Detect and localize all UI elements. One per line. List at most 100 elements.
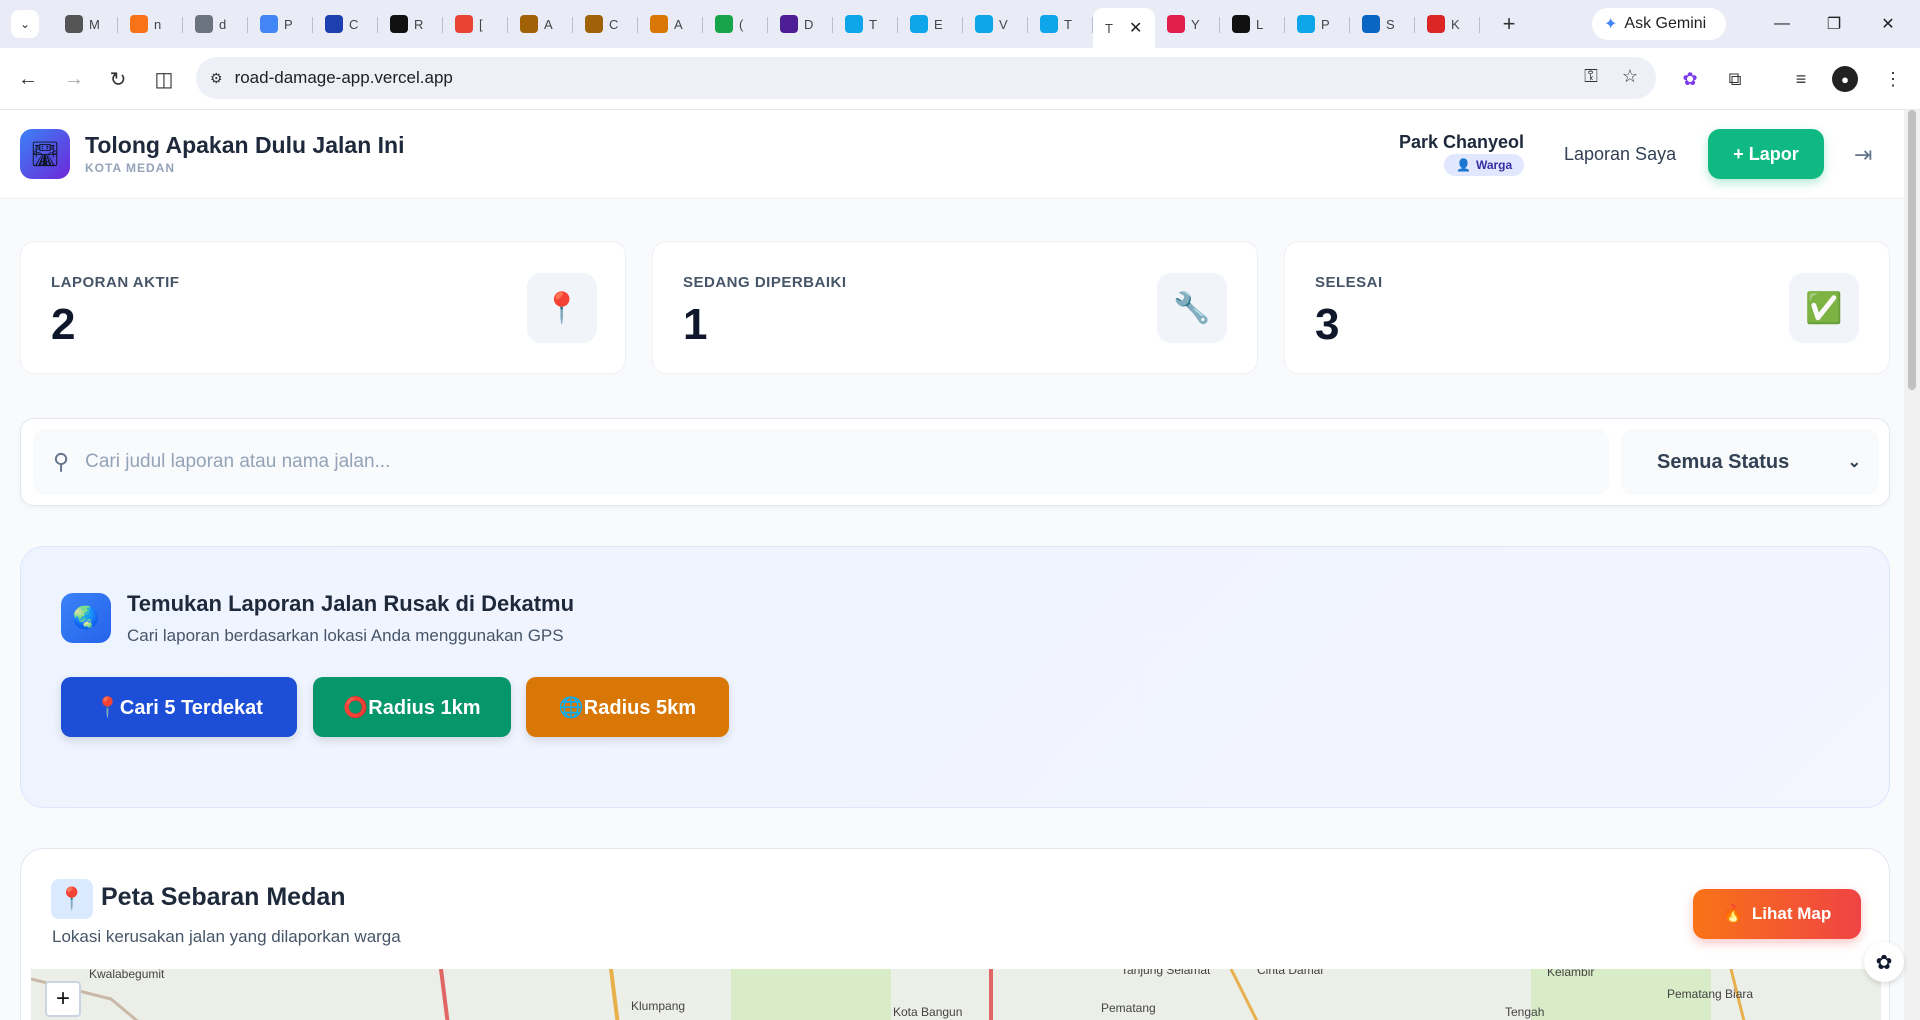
tab-title: S [1386, 16, 1395, 32]
tab-favicon-icon [65, 15, 83, 33]
search-box[interactable]: ⚲ [33, 429, 1609, 495]
map-view[interactable]: Kwalabegumit Klumpang Kota Bangun Pemata… [31, 969, 1881, 1020]
tab-title: d [219, 16, 227, 32]
tab-strip: Mn d P C R[A C A(D T E V T T ✕ Y L P S K + [53, 0, 1524, 48]
ask-gemini-button[interactable]: ✦ Ask Gemini [1592, 8, 1726, 40]
map-label: Pematang Biara [1667, 987, 1754, 1001]
tab-favicon-icon [845, 15, 863, 33]
user-icon: 👤 [1456, 158, 1471, 172]
browser-toolbar: ← → ↻ ◫ ⚙ road-damage-app.vercel.app ⚿ ☆… [0, 48, 1920, 110]
tab-favicon-icon [1232, 15, 1250, 33]
radius-5km-button[interactable]: 🌐Radius 5km [526, 677, 729, 737]
map-subtitle: Lokasi kerusakan jalan yang dilaporkan w… [52, 927, 401, 946]
tab-favicon-icon [390, 15, 408, 33]
map-label: Tanjung Selamat [1121, 969, 1211, 977]
tab-title: ( [739, 16, 744, 32]
browser-menu-icon[interactable]: ⋮ [1880, 66, 1906, 92]
key-icon[interactable]: ⚿ [1584, 66, 1598, 87]
browser-tab[interactable]: R [378, 6, 443, 42]
map-pin-icon: 📍 [51, 879, 93, 919]
browser-tab[interactable]: D [768, 6, 833, 42]
app-city: KOTA MEDAN [85, 161, 175, 175]
close-window-button[interactable]: ✕ [1860, 0, 1916, 48]
brain-extension-icon[interactable]: ✿ [1677, 66, 1703, 92]
tab-title: n [154, 16, 162, 32]
browser-tab[interactable]: n [118, 6, 183, 42]
profile-avatar[interactable]: ● [1832, 66, 1858, 92]
browser-tab[interactable]: T ✕ [1093, 8, 1155, 48]
tab-title: C [349, 16, 359, 32]
user-role-label: Warga [1475, 158, 1513, 172]
browser-tab[interactable]: P [1285, 6, 1350, 42]
tab-favicon-icon [455, 15, 473, 33]
logout-icon[interactable]: ⇥ [1854, 142, 1872, 168]
browser-tab[interactable]: d [183, 6, 248, 42]
browser-tab[interactable]: L [1220, 6, 1285, 42]
browser-tab[interactable]: M [53, 6, 118, 42]
browser-tab[interactable]: ( [703, 6, 768, 42]
map-title: Peta Sebaran Medan [101, 883, 346, 911]
nearest-5-button[interactable]: 📍Cari 5 Terdekat [61, 677, 297, 737]
app-header: 🛣 Tolong Apakan Dulu Jalan Ini KOTA MEDA… [0, 110, 1904, 199]
browser-tab[interactable]: A [508, 6, 573, 42]
site-info-icon[interactable]: ⚙ [210, 70, 223, 87]
tab-title: C [609, 16, 619, 32]
browser-tab[interactable]: P [248, 6, 313, 42]
my-reports-link[interactable]: Laporan Saya [1564, 144, 1676, 165]
browser-tab[interactable]: V [963, 6, 1028, 42]
address-bar[interactable]: ⚙ road-damage-app.vercel.app ⚿ ☆ [196, 57, 1656, 99]
brain-extension-icon[interactable]: ✿ [1864, 942, 1904, 982]
split-view-button[interactable]: ◫ [144, 59, 184, 99]
browser-tab[interactable]: C [573, 6, 638, 42]
tab-title: T [1105, 20, 1113, 36]
extensions-puzzle-icon[interactable]: ⧉ [1722, 66, 1748, 92]
browser-tab[interactable]: K [1415, 6, 1480, 42]
browser-tab[interactable]: A [638, 6, 703, 42]
lapor-button[interactable]: + Lapor [1708, 129, 1824, 179]
reload-button[interactable]: ↻ [98, 59, 138, 99]
radius-1km-button[interactable]: ⭕Radius 1km [313, 677, 511, 737]
tab-search-button[interactable]: ⌄ [11, 10, 39, 38]
gemini-sparkle-icon: ✦ [1604, 16, 1618, 33]
tab-title: D [804, 16, 814, 32]
fire-icon: 🔥 [1722, 904, 1744, 923]
tab-favicon-icon [325, 15, 343, 33]
app-logo[interactable]: 🛣 [20, 129, 70, 179]
browser-tab[interactable]: [ [443, 6, 508, 42]
search-icon: ⚲ [53, 449, 70, 474]
wrench-icon: 🔧 [1157, 273, 1227, 343]
tab-title: A [544, 16, 553, 32]
page-scrollbar[interactable] [1904, 110, 1920, 1020]
status-filter-select[interactable]: Semua Status ⌄ [1621, 429, 1879, 495]
status-filter-value: Semua Status [1657, 450, 1790, 473]
forward-button[interactable]: → [54, 59, 94, 99]
browser-tab[interactable]: T [1028, 6, 1093, 42]
stat-value: 2 [51, 300, 76, 349]
media-control-icon[interactable]: ≡ [1788, 66, 1814, 92]
stat-value: 1 [683, 300, 708, 349]
stat-card-active: LAPORAN AKTIF 2 📍 [20, 241, 626, 374]
tab-title: L [1256, 16, 1264, 32]
tab-favicon-icon [715, 15, 733, 33]
browser-tab[interactable]: C [313, 6, 378, 42]
search-panel: ⚲ Semua Status ⌄ [20, 418, 1890, 506]
scrollbar-thumb[interactable] [1908, 110, 1916, 390]
back-button[interactable]: ← [8, 59, 48, 99]
browser-tab[interactable]: S [1350, 6, 1415, 42]
lihat-map-button[interactable]: 🔥 Lihat Map [1693, 889, 1861, 939]
tab-title: T [1064, 16, 1072, 32]
user-name: Park Chanyeol [1398, 132, 1524, 152]
minimize-button[interactable]: — [1754, 0, 1810, 48]
close-tab-icon[interactable]: ✕ [1129, 18, 1142, 38]
restore-button[interactable]: ❐ [1806, 0, 1862, 48]
nearby-title: Temukan Laporan Jalan Rusak di Dekatmu [127, 591, 575, 616]
bookmark-star-icon[interactable]: ☆ [1622, 66, 1638, 87]
browser-tab[interactable]: E [898, 6, 963, 42]
tab-title: [ [479, 16, 483, 32]
zoom-in-button[interactable]: + [45, 981, 81, 1017]
search-input[interactable] [85, 451, 1486, 473]
browser-tab[interactable]: Y [1155, 6, 1220, 42]
browser-tab[interactable]: T [833, 6, 898, 42]
map-pin-icon: 📍 [527, 273, 597, 343]
new-tab-button[interactable]: + [1494, 9, 1524, 39]
